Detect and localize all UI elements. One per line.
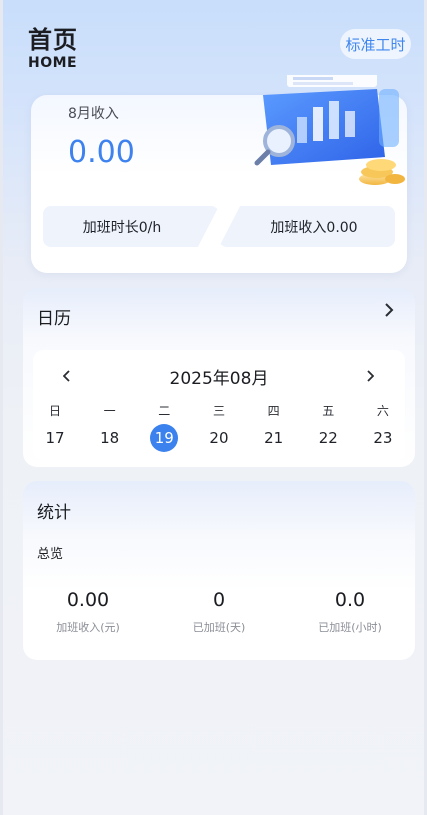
standard-hours-button[interactable]: 标准工时 — [340, 29, 411, 59]
chevron-right-icon[interactable] — [377, 298, 401, 322]
statistics-title: 统计 — [37, 503, 71, 523]
income-value: 0.00 — [68, 135, 135, 170]
overtime-income-pill[interactable]: 加班收入0.00 — [219, 206, 395, 247]
day-row: 17 18 19 20 21 22 23 — [40, 424, 398, 452]
calendar-day[interactable]: 18 — [95, 424, 125, 452]
stat-overtime-income: 0.00 加班收入(元) — [28, 589, 148, 635]
calendar-day-selected[interactable]: 19 — [150, 424, 179, 452]
weekday-label: 五 — [322, 404, 335, 418]
page-title: 首页 — [28, 26, 78, 54]
page-subtitle: HOME — [28, 55, 78, 71]
chevron-right-icon[interactable] — [360, 364, 380, 388]
stat-value: 0.00 — [66, 589, 110, 611]
calendar-card: 日历 2025年08月 日 一 二 三 四 五 六 17 18 19 20 21… — [23, 288, 415, 467]
overtime-hours-pill[interactable]: 加班时长0/h — [43, 206, 219, 247]
chart-illustration — [254, 75, 405, 185]
stat-overtime-days: 0 已加班(天) — [159, 589, 279, 635]
calendar-day[interactable]: 17 — [40, 424, 70, 452]
calendar-week-view: 2025年08月 日 一 二 三 四 五 六 17 18 19 20 21 22… — [33, 350, 405, 460]
home-page: 首页 HOME 标准工时 8月收入 0.00 加班时长0/h 加班收入0.00 … — [0, 0, 427, 815]
calendar-day[interactable]: 20 — [204, 424, 234, 452]
stat-overtime-hours: 0.0 已加班(小时) — [290, 589, 410, 635]
income-label: 8月收入 — [68, 106, 119, 122]
stat-value: 0.0 — [334, 589, 366, 611]
weekday-label: 二 — [158, 404, 171, 418]
weekday-label: 四 — [267, 404, 280, 418]
calendar-day[interactable]: 22 — [313, 424, 343, 452]
stat-label: 已加班(天) — [192, 621, 246, 634]
weekday-label: 一 — [103, 404, 116, 418]
stat-label: 加班收入(元) — [56, 621, 120, 634]
calendar-month-label: 2025年08月 — [169, 369, 269, 389]
income-card[interactable]: 8月收入 0.00 加班时长0/h 加班收入0.00 — [31, 75, 407, 273]
calendar-day[interactable]: 23 — [368, 424, 398, 452]
overview-label: 总览 — [37, 547, 64, 562]
weekday-row: 日 一 二 三 四 五 六 — [40, 402, 398, 420]
stat-value: 0 — [212, 589, 226, 611]
weekday-label: 三 — [212, 404, 225, 418]
weekday-label: 日 — [48, 404, 61, 418]
calendar-day[interactable]: 21 — [259, 424, 289, 452]
calendar-title: 日历 — [37, 309, 71, 329]
statistics-card: 统计 总览 0.00 加班收入(元) 0 已加班(天) 0.0 已加班(小时) — [23, 481, 415, 660]
weekday-label: 六 — [376, 404, 389, 418]
stat-label: 已加班(小时) — [318, 621, 382, 634]
